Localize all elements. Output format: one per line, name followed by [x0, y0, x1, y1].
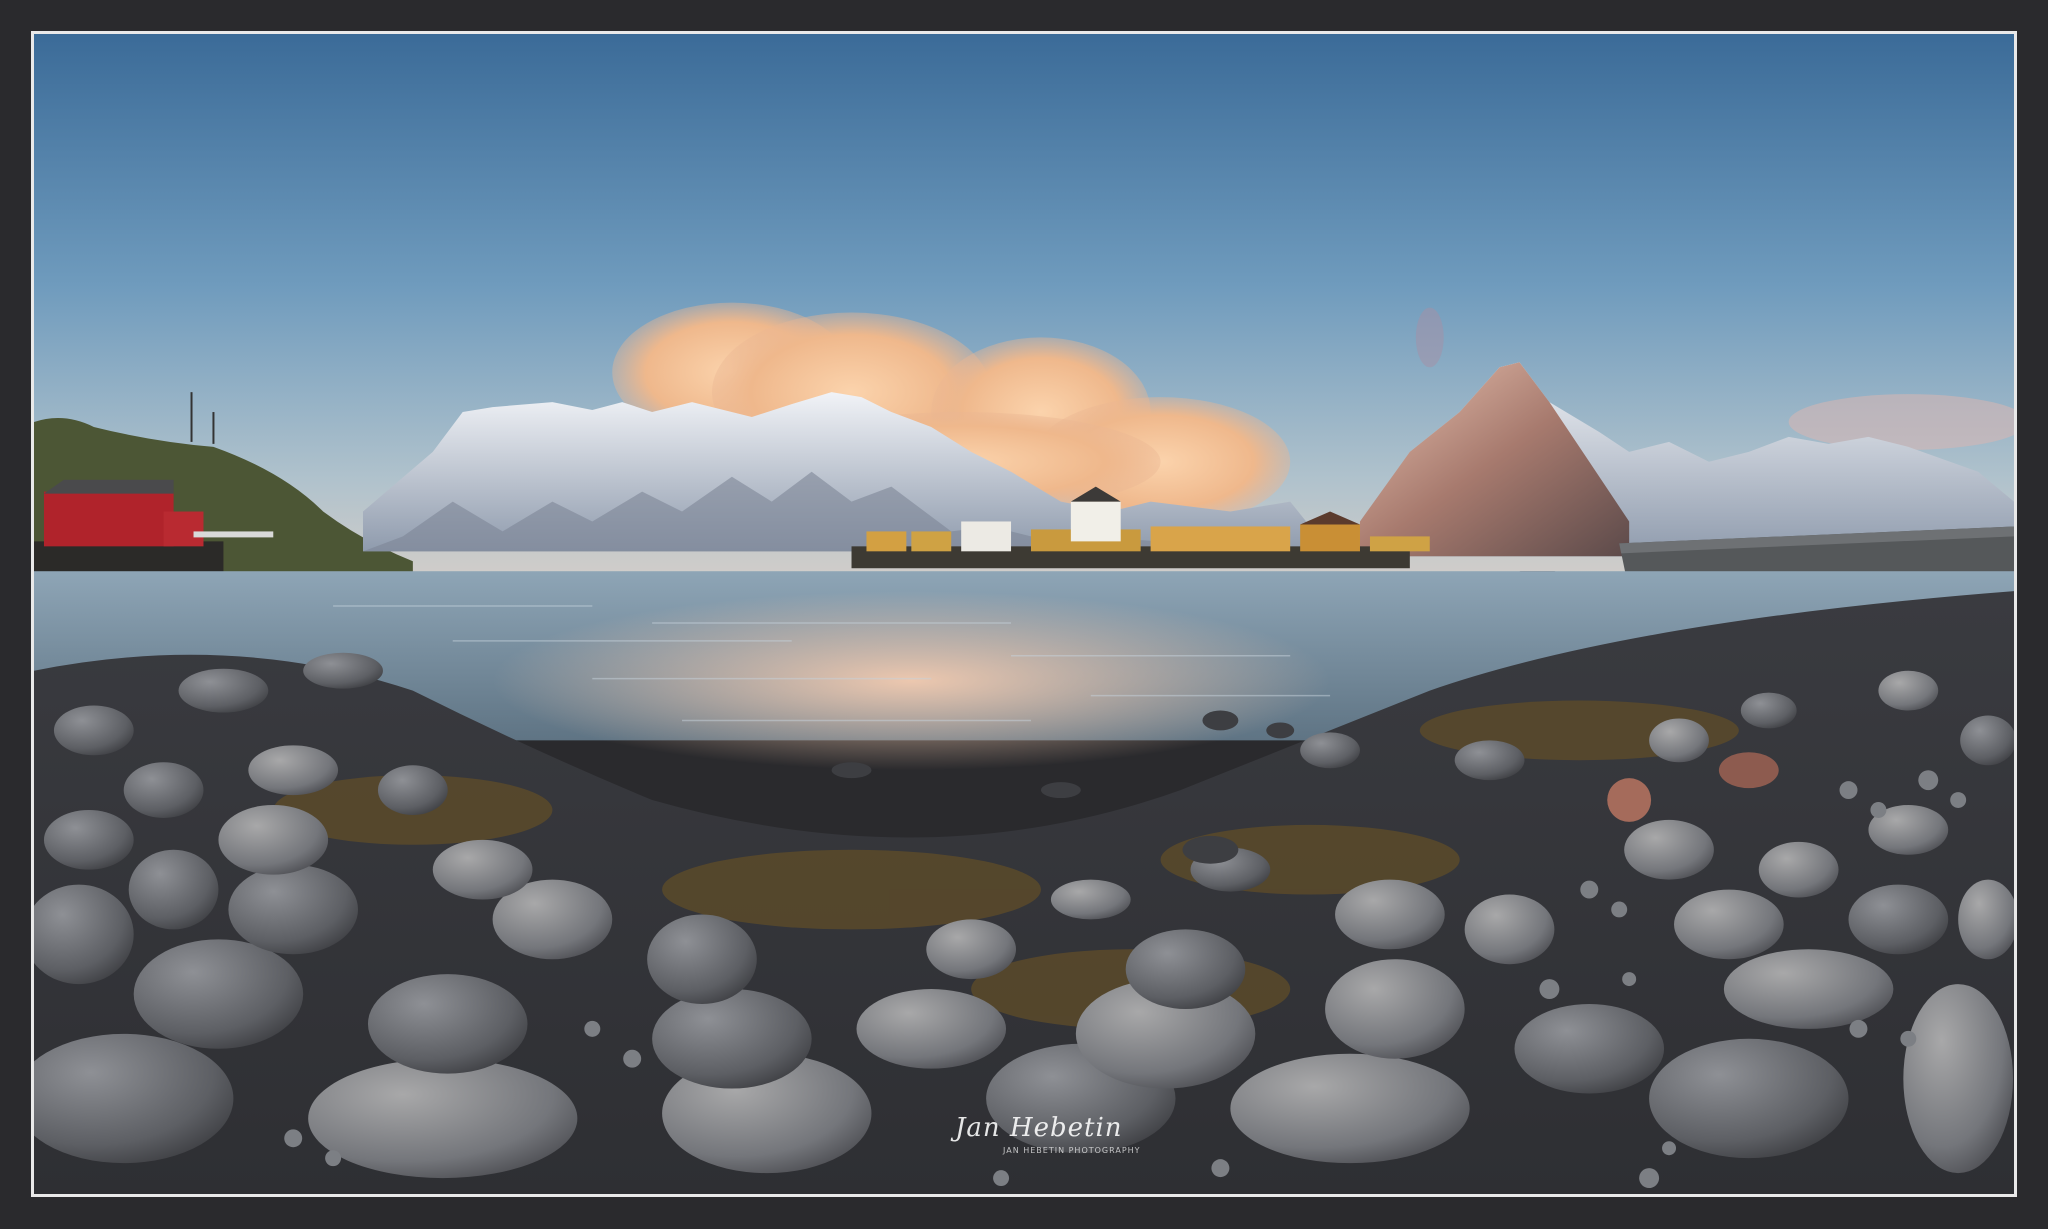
picture-frame — [0, 0, 2048, 1229]
wisp-cloud — [1415, 307, 1444, 368]
photographer-signature: Jan Hebetin — [955, 1113, 1123, 1143]
photo-canvas — [34, 34, 2014, 1194]
sunset-reflection — [492, 591, 1331, 771]
photographer-signature-subtitle: JAN HEBETIN PHOTOGRAPHY — [1003, 1146, 1141, 1155]
landscape-photo — [31, 31, 2017, 1197]
